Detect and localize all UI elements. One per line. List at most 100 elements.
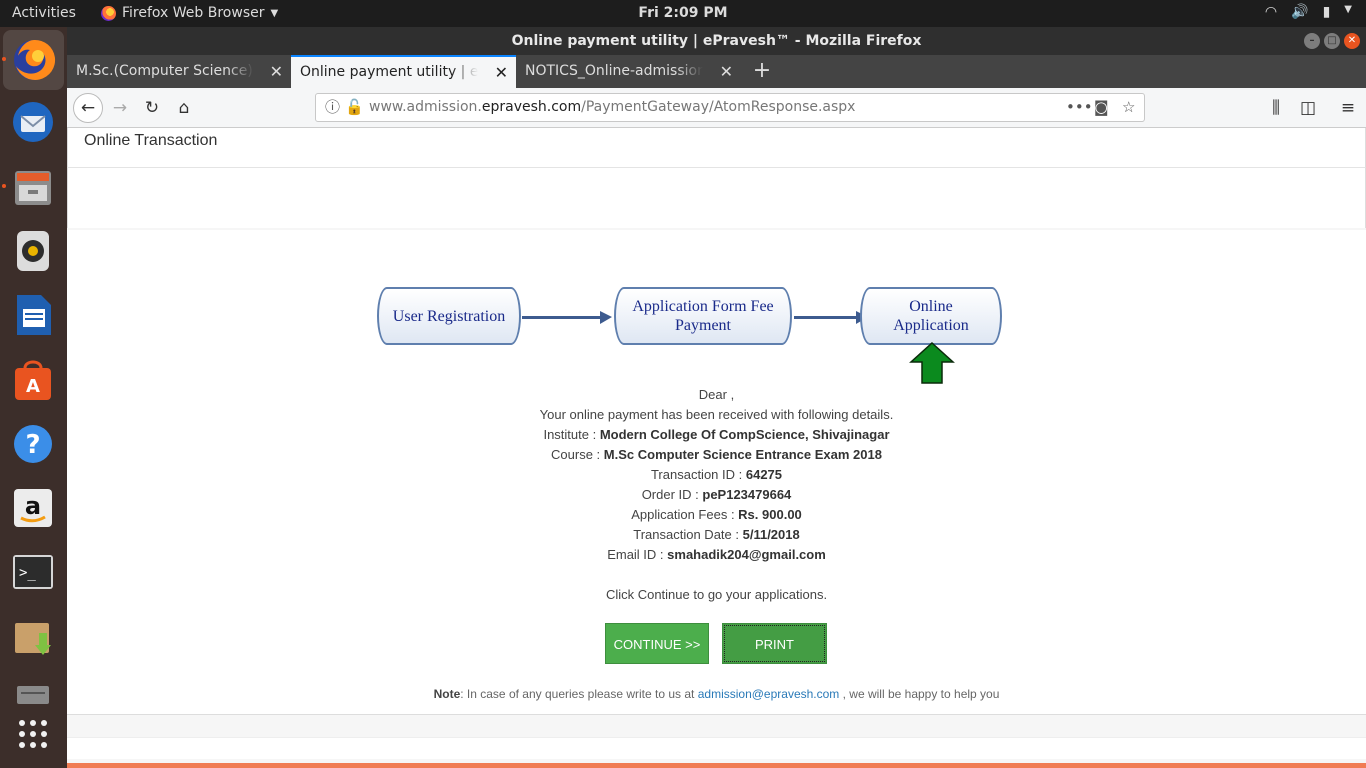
current-step-arrow-icon	[909, 342, 955, 384]
forward-button[interactable]: →	[107, 95, 133, 121]
tab-label: M.Sc.(Computer Science) En	[76, 63, 254, 79]
email-value: smahadik204@gmail.com	[667, 547, 826, 562]
home-button[interactable]: ⌂	[171, 95, 197, 121]
menu-button[interactable]: ≡	[1335, 95, 1361, 121]
tab-online-payment[interactable]: Online payment utility | ePra ✕	[291, 55, 516, 88]
dock-files[interactable]	[10, 164, 56, 210]
email-row: Email ID : smahadik204@gmail.com	[607, 547, 826, 562]
dock-terminal[interactable]: >_	[10, 549, 56, 595]
url-bar[interactable]: ⓘ 🔓 www.admission.epravesh.com/PaymentGa…	[315, 93, 1145, 122]
greeting: Dear ,	[698, 387, 735, 402]
dock-thunderbird[interactable]	[10, 99, 56, 145]
insecure-lock-icon[interactable]: 🔓	[345, 94, 364, 121]
intro-text: Your online payment has been received wi…	[539, 407, 894, 422]
drive-icon	[17, 686, 49, 704]
order-id-row: Order ID : peP123479664	[641, 487, 792, 502]
dock-software-center[interactable]: A	[10, 357, 56, 403]
minimize-button[interactable]: –	[1304, 33, 1320, 49]
new-tab-button[interactable]: +	[749, 55, 775, 88]
back-button[interactable]: ←	[73, 93, 103, 123]
hamburger-menu-icon: ≡	[1340, 98, 1356, 118]
wifi-icon: ◠	[1264, 4, 1278, 20]
sidebar-button[interactable]: ◫	[1295, 95, 1321, 121]
page-title: Online Transaction	[84, 132, 218, 149]
transaction-panel: User Registration Application Form Fee P…	[67, 230, 1366, 715]
files-icon	[15, 171, 51, 205]
pocket-icon[interactable]: ◙	[1094, 94, 1109, 121]
library-icon: ⫼	[1272, 98, 1280, 118]
continue-button[interactable]: CONTINUE >>	[605, 623, 709, 664]
amazon-icon: a	[14, 489, 52, 527]
thunderbird-icon	[13, 102, 53, 142]
arrow-left-icon: ←	[80, 98, 96, 118]
reload-button[interactable]: ↻	[139, 95, 165, 121]
bookmark-star-icon[interactable]: ☆	[1122, 94, 1135, 121]
close-window-button[interactable]: ✕	[1344, 33, 1360, 49]
terminal-icon: >_	[13, 555, 53, 589]
writer-icon	[17, 295, 51, 335]
sidebar-icon: ◫	[1299, 98, 1317, 118]
dock-help[interactable]: ?	[10, 421, 56, 467]
continue-instruction: Click Continue to go your applications.	[605, 587, 828, 602]
page-content: Online Transaction User Registration App…	[67, 128, 1366, 768]
course-row: Course : M.Sc Computer Science Entrance …	[551, 447, 882, 462]
battery-icon: ▮	[1322, 4, 1331, 20]
institute-value: Modern College Of CompScience, Shivajina…	[599, 427, 890, 442]
tab-notics[interactable]: NOTICS_Online-admission-p ✕	[516, 55, 741, 88]
dock-show-applications[interactable]	[10, 711, 56, 757]
firefox-window: Online payment utility | ePravesh™ - Moz…	[67, 27, 1366, 768]
tab-label: NOTICS_Online-admission-p	[525, 63, 703, 79]
system-tray[interactable]: ◠ 🔊 ▮ ▼	[1265, 4, 1352, 20]
support-email-link[interactable]: admission@epravesh.com	[698, 687, 840, 701]
info-icon[interactable]: ⓘ	[325, 94, 340, 121]
print-button[interactable]: PRINT	[722, 623, 827, 664]
firefox-icon	[13, 39, 55, 80]
url-text: www.admission.epravesh.com/PaymentGatewa…	[369, 99, 856, 115]
home-icon: ⌂	[178, 98, 190, 118]
svg-text:a: a	[25, 492, 41, 520]
window-title: Online payment utility | ePravesh™ - Moz…	[511, 33, 922, 49]
help-icon: ?	[14, 425, 52, 463]
footer-bar	[67, 763, 1366, 768]
rhythmbox-icon	[17, 231, 49, 271]
maximize-button[interactable]: □	[1324, 33, 1340, 49]
arrow-right-icon: →	[112, 98, 128, 118]
help-note: Note: In case of any queries please writ…	[433, 687, 1000, 701]
transaction-id-value: 64275	[745, 467, 783, 482]
software-center-icon: A	[15, 360, 51, 400]
clock[interactable]: Fri 2:09 PM	[0, 5, 1366, 21]
footer-strip	[67, 737, 1366, 759]
tab-strip: M.Sc.(Computer Science) En ✕ Online paym…	[67, 55, 1366, 88]
svg-text:A: A	[26, 376, 40, 397]
archive-manager-icon	[15, 623, 51, 655]
flow-step-online-application: Online Application	[860, 287, 1002, 345]
chevron-down-icon: ▼	[1344, 4, 1352, 15]
dock-amazon[interactable]: a	[10, 485, 56, 531]
close-tab-icon[interactable]: ✕	[720, 55, 733, 88]
transaction-date-row: Transaction Date : 5/11/2018	[633, 527, 800, 542]
dock-firefox[interactable]	[3, 30, 64, 90]
tab-msc-computer-science[interactable]: M.Sc.(Computer Science) En ✕	[67, 55, 291, 88]
gnome-top-bar: Activities Firefox Web Browser ▼ Fri 2:0…	[0, 0, 1366, 27]
reload-icon: ↻	[144, 98, 160, 118]
payment-details: Dear , Your online payment has been rece…	[67, 385, 1366, 605]
close-tab-icon[interactable]: ✕	[495, 57, 508, 88]
svg-text:>_: >_	[19, 565, 36, 581]
panel-body	[67, 168, 1366, 228]
library-button[interactable]: ⫼	[1263, 95, 1289, 121]
close-tab-icon[interactable]: ✕	[270, 55, 283, 88]
institute-row: Institute : Modern College Of CompScienc…	[543, 427, 890, 442]
note-label: Note	[433, 687, 461, 701]
tab-label: Online payment utility | ePra	[300, 64, 478, 80]
dock-archive-manager[interactable]	[10, 614, 56, 660]
window-titlebar: Online payment utility | ePravesh™ - Moz…	[67, 27, 1366, 55]
svg-text:?: ?	[25, 430, 40, 460]
page-actions-icon[interactable]: •••	[1066, 94, 1093, 121]
flow-step-fee-payment: Application Form Fee Payment	[614, 287, 792, 345]
dock-rhythmbox[interactable]	[10, 228, 56, 274]
dock-writer[interactable]	[10, 292, 56, 338]
panel-heading: Online Transaction	[67, 128, 1366, 168]
transaction-date-value: 5/11/2018	[742, 527, 800, 542]
flow-arrow	[794, 311, 868, 324]
flow-step-user-registration: User Registration	[377, 287, 521, 345]
